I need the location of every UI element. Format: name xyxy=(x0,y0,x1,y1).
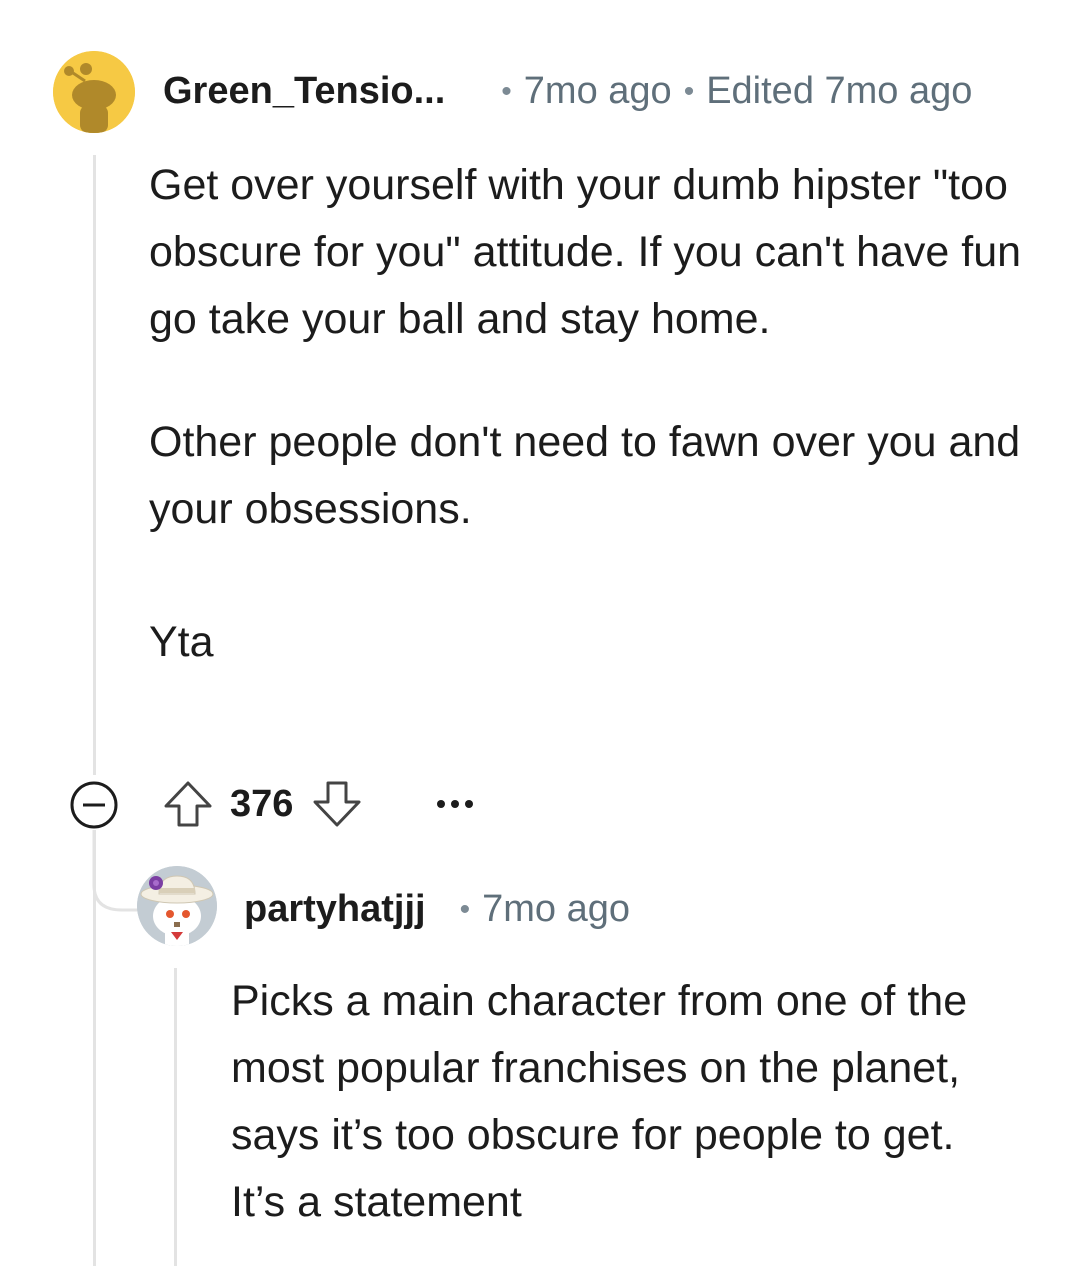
reply-body: Picks a main character from one of the m… xyxy=(231,968,991,1236)
vote-score: 376 xyxy=(230,782,294,825)
meta-separator: • xyxy=(459,892,471,926)
comment-paragraph: Yta xyxy=(149,618,214,666)
downvote-icon[interactable] xyxy=(311,778,363,830)
more-options-icon[interactable] xyxy=(435,798,475,810)
meta-separator: • xyxy=(683,74,695,108)
reply-username[interactable]: partyhatjjj xyxy=(244,888,426,931)
comment-edited: Edited 7mo ago xyxy=(706,70,973,112)
comment-body: Get over yourself with your dumb hipster… xyxy=(149,152,1029,676)
reply-thread-line xyxy=(174,968,177,1266)
reply-avatar[interactable] xyxy=(137,866,217,946)
meta-separator: • xyxy=(501,74,512,108)
collapse-icon[interactable] xyxy=(68,779,120,831)
comment-paragraph: Get over yourself with your dumb hipster… xyxy=(149,161,1022,343)
upvote-icon[interactable] xyxy=(162,778,214,830)
comment-action-bar: 376 xyxy=(162,776,475,832)
comment-age: 7mo ago xyxy=(523,70,672,112)
snoo-partyhat-avatar-icon xyxy=(137,866,217,946)
comment-paragraph: Other people don't need to fawn over you… xyxy=(149,418,1021,533)
comment-thread-line xyxy=(93,155,96,775)
comment-avatar[interactable] xyxy=(53,51,135,133)
comment-meta: Green_Tensio... • 7mo ago • Edited 7mo a… xyxy=(163,70,972,113)
reply-meta: partyhatjjj • 7mo ago xyxy=(244,888,630,931)
comment-username[interactable]: Green_Tensio... xyxy=(163,70,445,113)
reply-paragraph: Picks a main character from one of the m… xyxy=(231,977,968,1226)
snoo-avatar-icon xyxy=(53,51,135,133)
reply-age: 7mo ago xyxy=(482,888,631,930)
